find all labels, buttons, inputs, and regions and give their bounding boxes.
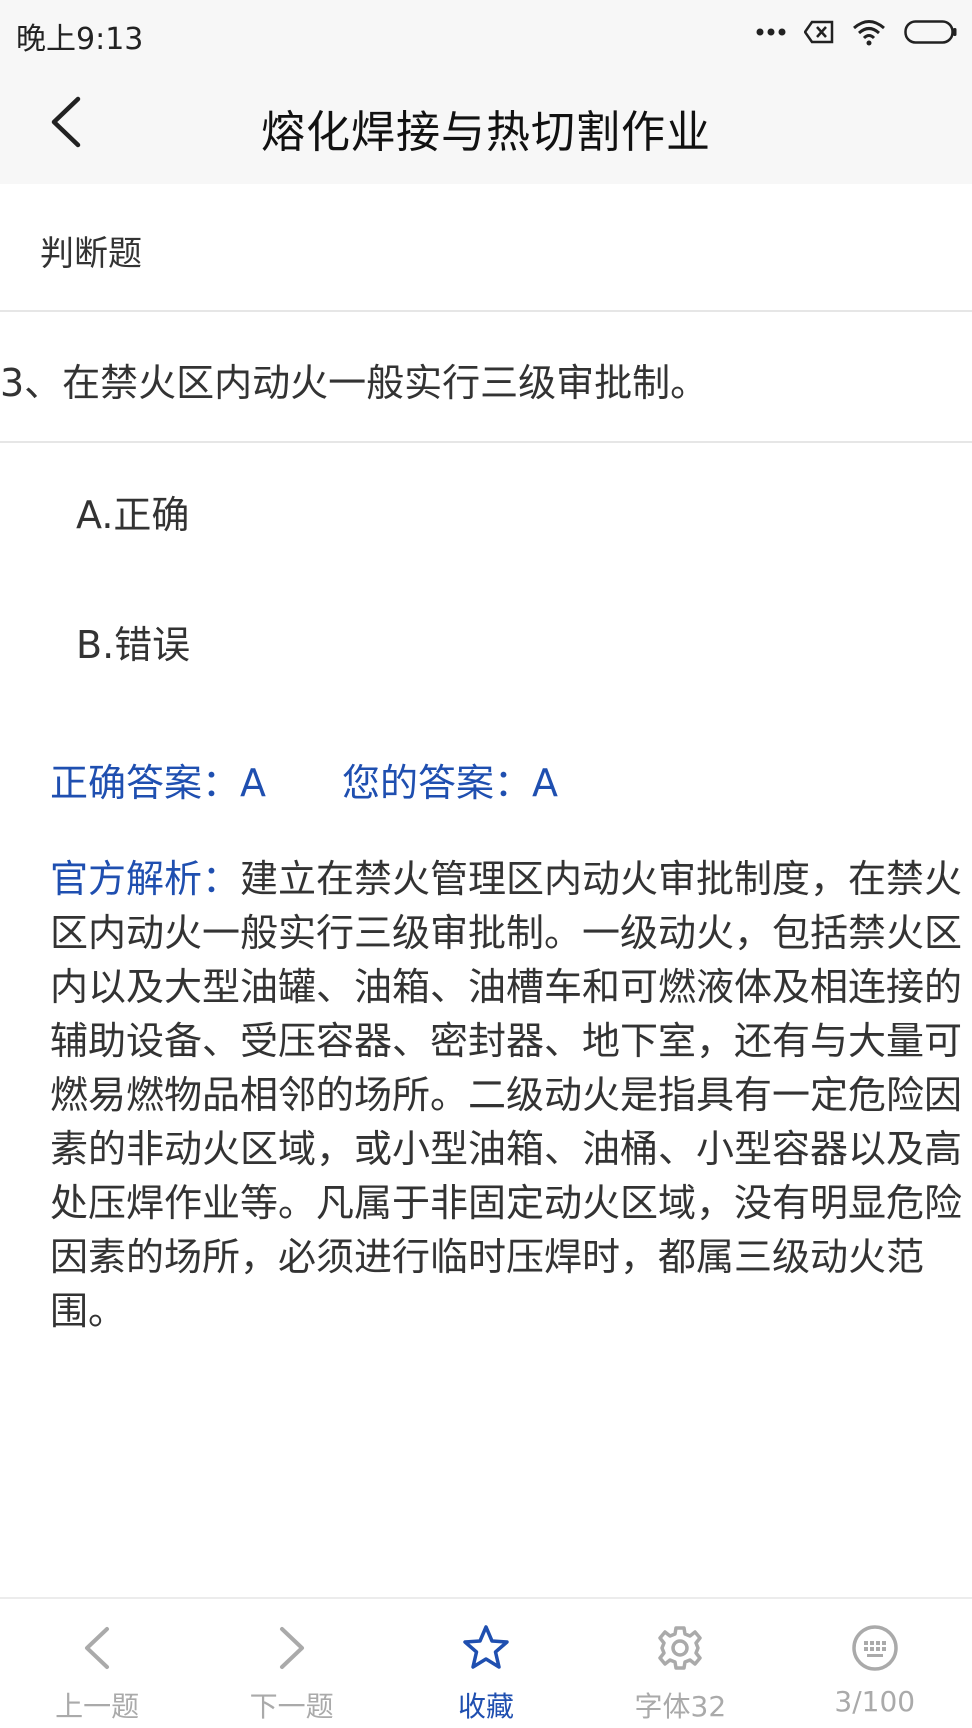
status-bar: 晚上9:13 (0, 0, 972, 66)
analysis: 官方解析：建立在禁火管理区内动火审批制度，在禁火区内动火一般实行三级审批制。一级… (50, 852, 970, 1338)
question-progress-button[interactable]: 3/100 (778, 1599, 972, 1718)
answers-row: 正确答案：A 您的答案：A (50, 752, 558, 807)
analysis-text: 建立在禁火管理区内动火审批制度，在禁火区内动火一般实行三级审批制。一级动火，包括… (50, 857, 963, 1333)
question-type: 判断题 (40, 234, 142, 274)
page-title: 熔化焊接与热切割作业 (261, 107, 711, 158)
prev-question-button[interactable]: 上一题 (0, 1599, 194, 1725)
nav-label: 收藏 (457, 1690, 514, 1723)
chevron-left-icon (82, 1621, 112, 1675)
correct-answer: 正确答案：A (50, 761, 266, 805)
your-answer: 您的答案：A (342, 761, 558, 805)
status-icons (756, 14, 958, 50)
divider (0, 441, 972, 443)
bottom-nav: 上一题 下一题 收藏 字体32 3/100 (0, 1597, 972, 1728)
chevron-right-icon (277, 1621, 307, 1675)
status-time: 晚上9:13 (16, 22, 144, 57)
favorite-button[interactable]: 收藏 (389, 1599, 583, 1725)
app-header: 熔化焊接与热切割作业 (0, 66, 972, 184)
star-icon (462, 1621, 510, 1675)
next-question-button[interactable]: 下一题 (195, 1599, 389, 1725)
nav-label: 上一题 (55, 1690, 140, 1723)
wifi-icon (852, 18, 886, 46)
nav-label: 下一题 (249, 1690, 334, 1723)
more-dots-icon (756, 27, 786, 37)
option-a[interactable]: A.正确 (76, 484, 189, 539)
gear-icon (656, 1621, 704, 1675)
option-b[interactable]: B.错误 (76, 614, 190, 669)
analysis-label: 官方解析： (50, 857, 241, 901)
question-text: 3、在禁火区内动火一般实行三级审批制。 (0, 361, 709, 405)
keyboard-icon (851, 1621, 899, 1675)
divider (0, 310, 972, 312)
nav-label: 3/100 (834, 1685, 916, 1718)
font-size-button[interactable]: 字体32 (583, 1599, 777, 1725)
sim-disabled-icon (804, 20, 834, 44)
battery-icon (904, 20, 958, 44)
nav-label: 字体32 (634, 1690, 727, 1723)
